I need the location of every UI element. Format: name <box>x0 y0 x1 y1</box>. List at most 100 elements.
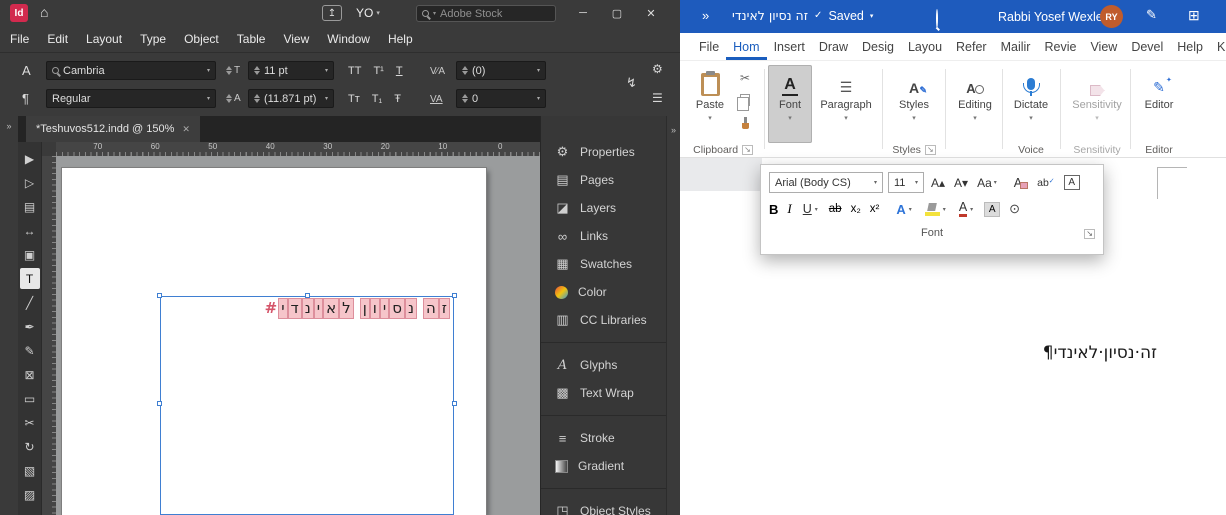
grid-layout-icon[interactable]: ⊞ <box>1188 7 1200 24</box>
account-name[interactable]: Rabbi Yosef Wexler <box>998 10 1107 24</box>
copy-button[interactable] <box>736 91 754 109</box>
font-group-button[interactable]: A Font ▾ <box>768 65 812 143</box>
panel-item-pages[interactable]: ▤ Pages <box>541 166 666 194</box>
font-name-combo[interactable]: Arial (Body CS) ▾ <box>769 172 883 193</box>
avatar[interactable]: RY <box>1100 5 1123 28</box>
minimize-button[interactable]: ─ <box>566 0 600 26</box>
ribbon-tab[interactable]: Layou <box>901 33 949 60</box>
bold-button[interactable]: B <box>769 202 778 217</box>
sensitivity-button[interactable]: Sensitivity ▾ <box>1068 65 1126 143</box>
ribbon-tab[interactable]: Mailir <box>994 33 1038 60</box>
font-color-button[interactable]: A ▾ <box>957 199 975 220</box>
free-transform-tool[interactable]: ↻ <box>20 436 40 457</box>
strikethrough-button[interactable]: ab <box>829 203 842 215</box>
paste-button[interactable]: Paste ▾ <box>690 65 730 143</box>
ribbon-tab[interactable]: Desig <box>855 33 901 60</box>
share-icon[interactable]: ↥ <box>322 5 342 21</box>
type-tool[interactable]: T <box>20 268 40 289</box>
stepper-icon[interactable] <box>254 66 260 75</box>
enclose-characters-button[interactable]: ⊙ <box>1009 201 1020 217</box>
ribbon-tab[interactable]: Refer <box>949 33 994 60</box>
menu-item[interactable]: View <box>283 32 309 46</box>
panel-item-glyphs[interactable]: A Glyphs <box>541 351 666 379</box>
dialog-launcher-icon[interactable]: ↘ <box>1084 229 1095 239</box>
close-icon[interactable]: ✕ <box>182 124 190 135</box>
pencil-tool[interactable]: ✎ <box>20 340 40 361</box>
editor-button[interactable]: ✎✦ Editor <box>1136 65 1182 143</box>
frame-handle[interactable] <box>305 293 310 298</box>
panel-menu-icon[interactable]: ☰ <box>652 91 663 105</box>
panel-item-object-styles[interactable]: ◳ Object Styles <box>541 497 666 515</box>
horizontal-ruler[interactable]: 706050403020100 <box>56 142 540 156</box>
change-case-button[interactable]: Aa ▾ <box>975 172 999 193</box>
panel-item-gradient[interactable]: Gradient <box>541 452 666 480</box>
document-page[interactable]: ז ה נ ס י ו ן ל א י נ ד י <box>62 168 486 515</box>
ribbon-tab[interactable]: Insert <box>767 33 812 60</box>
frame-handle[interactable] <box>157 293 162 298</box>
page-tool[interactable]: ▤ <box>20 196 40 217</box>
pen-tool[interactable]: ✒ <box>20 316 40 337</box>
small-caps-button[interactable]: Tᴛ <box>348 93 360 105</box>
menu-item[interactable]: Window <box>327 32 370 46</box>
font-style-combo[interactable]: Regular ▾ <box>46 89 216 108</box>
font-size-combo[interactable]: 11 pt ▾ <box>248 61 334 80</box>
line-tool[interactable]: ╱ <box>20 292 40 313</box>
menu-item[interactable]: File <box>10 32 29 46</box>
paragraph-formatting-icon[interactable]: ¶ <box>22 91 29 106</box>
ruler-origin-corner[interactable] <box>42 142 56 156</box>
grow-font-button[interactable]: A▴ <box>929 172 947 193</box>
ribbon-tab[interactable]: Help <box>1170 33 1210 60</box>
vertical-ruler[interactable] <box>42 156 56 515</box>
character-formatting-icon[interactable]: A <box>22 63 31 78</box>
character-border-button[interactable]: A <box>1062 172 1082 193</box>
strikethrough-button[interactable]: Ŧ <box>394 93 401 105</box>
all-caps-button[interactable]: TT <box>348 65 361 77</box>
panel-item-properties[interactable]: ⚙ Properties <box>541 138 666 166</box>
font-family-combo[interactable]: Cambria ▾ <box>46 61 216 80</box>
ribbon-tab[interactable]: File <box>692 33 726 60</box>
kerning-combo[interactable]: (0) ▾ <box>456 61 546 80</box>
content-collector-tool[interactable]: ▣ <box>20 244 40 265</box>
dialog-launcher-icon[interactable]: ↘ <box>742 145 753 155</box>
document-title-group[interactable]: זה נסיון לאינדי ✓ Saved ▾ <box>732 8 873 23</box>
menu-item[interactable]: Edit <box>47 32 68 46</box>
account-menu[interactable]: YO ▾ <box>356 6 380 20</box>
panel-item-layers[interactable]: ◪ Layers <box>541 194 666 222</box>
inking-icon[interactable]: ✎ <box>1146 7 1157 23</box>
ribbon-tab[interactable]: Kutoc <box>1210 33 1226 60</box>
menu-item[interactable]: Object <box>184 32 219 46</box>
quick-apply-icon[interactable]: ↯ <box>626 75 637 91</box>
menu-item[interactable]: Type <box>140 32 166 46</box>
rectangle-frame-tool[interactable]: ⊠ <box>20 364 40 385</box>
panel-item-swatches[interactable]: ▦ Swatches <box>541 250 666 278</box>
rectangle-tool[interactable]: ▭ <box>20 388 40 409</box>
shading-button[interactable]: A <box>984 202 1000 217</box>
gradient-tool[interactable]: ▧ <box>20 460 40 481</box>
text-effects-button[interactable]: A ▾ <box>894 199 913 220</box>
stepper-icon[interactable] <box>462 66 468 75</box>
gear-icon[interactable]: ⚙ <box>652 62 663 76</box>
leading-combo[interactable]: (11.871 pt) ▾ <box>248 89 334 108</box>
subscript-button[interactable]: T₁ <box>372 93 382 105</box>
ribbon-tab[interactable]: Draw <box>812 33 855 60</box>
panel-item-color[interactable]: Color <box>541 278 666 306</box>
format-painter-button[interactable] <box>736 115 754 133</box>
gap-tool[interactable]: ↔ <box>20 220 40 241</box>
superscript-button[interactable]: x² <box>870 203 880 215</box>
panel-item-stroke[interactable]: ≡ Stroke <box>541 424 666 452</box>
stepper-icon[interactable] <box>462 94 468 103</box>
ribbon-tab[interactable]: Revie <box>1037 33 1083 60</box>
adobe-stock-search[interactable]: ▾ Adobe Stock <box>416 5 556 22</box>
gradient-feather-tool[interactable]: ▨ <box>20 484 40 505</box>
tracking-combo[interactable]: 0 ▾ <box>456 89 546 108</box>
editing-group-button[interactable]: A Editing ▾ <box>952 65 998 143</box>
menu-item[interactable]: Layout <box>86 32 122 46</box>
dictate-button[interactable]: Dictate ▾ <box>1008 65 1054 143</box>
ribbon-tab[interactable]: View <box>1083 33 1124 60</box>
dialog-launcher-icon[interactable]: ↘ <box>925 145 936 155</box>
clear-formatting-button[interactable]: A <box>1012 172 1030 193</box>
frame-handle[interactable] <box>452 293 457 298</box>
pasteboard[interactable]: ז ה נ ס י ו ן ל א י נ ד י <box>56 156 540 515</box>
panel-item-cc-libraries[interactable]: ▥ CC Libraries <box>541 306 666 334</box>
cut-button[interactable]: ✂ <box>736 69 754 87</box>
